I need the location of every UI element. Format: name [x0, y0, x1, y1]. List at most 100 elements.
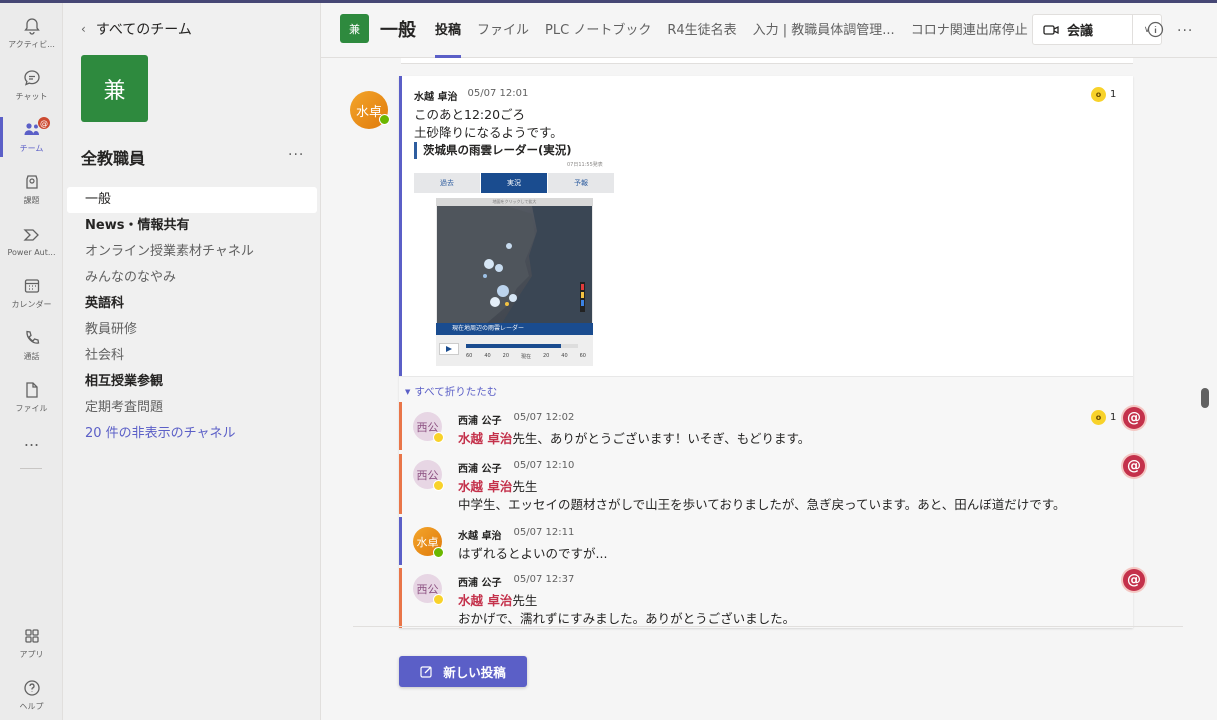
reply-author[interactable]: 西浦 公子: [458, 574, 501, 589]
play-icon[interactable]: [439, 343, 459, 355]
rail-assignments[interactable]: 課題: [0, 163, 63, 215]
channel-worries[interactable]: みんなのなやみ: [67, 265, 317, 291]
scrollbar-thumb[interactable]: [1201, 388, 1209, 408]
chat-icon: [23, 70, 40, 86]
rail-help[interactable]: ヘルプ: [0, 669, 63, 720]
reply-accent-bar: [399, 517, 402, 565]
radar-map-image: [437, 206, 592, 323]
rail-chat[interactable]: チャット: [0, 59, 63, 111]
channel-training[interactable]: 教員研修: [67, 317, 317, 343]
header-more-button[interactable]: ...: [1177, 19, 1193, 35]
channel-class-observation[interactable]: 相互授業参観: [67, 369, 317, 395]
mention[interactable]: 水越 卓治: [458, 593, 512, 608]
link-preview-title[interactable]: 茨城県の雨雲レーダー(実況): [414, 142, 572, 159]
compose-icon: [420, 666, 432, 678]
rail-activity[interactable]: アクティビ...: [0, 7, 63, 59]
team-more-options-button[interactable]: ...: [288, 143, 304, 159]
reply-accent-bar: [399, 568, 402, 628]
channel-english[interactable]: 英語科: [67, 291, 317, 317]
reply-time: 05/07 12:10: [513, 460, 575, 471]
collapse-label: すべて折りたたむ: [414, 386, 498, 398]
team-name: 全教職員: [81, 149, 146, 168]
channel-social-studies[interactable]: 社会科: [67, 343, 317, 369]
channel-news[interactable]: News・情報共有: [67, 213, 317, 239]
reply-thread: ▼ すべて折りたたむ 西公 西浦 公子 05/07 12:02 水越 卓治先生、…: [399, 376, 1145, 628]
power-automate-icon: [22, 229, 39, 241]
collapse-all-link[interactable]: ▼ すべて折りたたむ: [405, 384, 497, 399]
posts-area: 水越 卓治 05/07 12:01 このあと12:20ごろ 土砂降りになるようで…: [321, 58, 1217, 720]
rail-label: チーム: [19, 144, 44, 153]
away-status-icon: [433, 594, 444, 605]
radar-map-preview[interactable]: 地図をクリックして拡大 現在地周辺の雨雲レーダー 60 40 20 現在 20 …: [436, 198, 593, 366]
rail-power-automate[interactable]: Power Aut...: [0, 215, 63, 267]
channel-general[interactable]: 一般: [67, 187, 317, 213]
rail-label: Power Aut...: [7, 248, 56, 257]
new-post-label: 新しい投稿: [443, 665, 506, 680]
post-card: 水越 卓治 05/07 12:01 このあと12:20ごろ 土砂降りになるようで…: [399, 76, 1145, 628]
previous-post-edge: [401, 58, 1133, 64]
surprised-emoji-icon: o: [1091, 410, 1106, 425]
radar-tab-forecast[interactable]: 予報: [548, 173, 614, 193]
timeline-track[interactable]: [466, 344, 578, 348]
rail-files[interactable]: ファイル: [0, 371, 63, 423]
mention[interactable]: 水越 卓治: [458, 431, 512, 446]
rail-more-button[interactable]: ...: [0, 431, 63, 450]
reply-accent-bar: [399, 402, 402, 450]
meet-button[interactable]: 会議: [1032, 14, 1133, 45]
tab-student-roster[interactable]: R4生徒名表: [659, 3, 744, 58]
meet-label: 会議: [1067, 24, 1094, 39]
preview-date: 07日11:55発表: [567, 162, 603, 168]
back-label: すべてのチーム: [95, 22, 192, 38]
reply-header: 水越 卓治 05/07 12:11: [458, 527, 574, 542]
reply-line: 水越 卓治先生: [458, 476, 537, 495]
timeline-label: 60: [466, 353, 473, 359]
post-accent-bar: [399, 76, 402, 376]
reply-author[interactable]: 西浦 公子: [458, 412, 501, 427]
mention-at-icon: @: [1123, 455, 1145, 477]
timeline-label: 40: [484, 353, 491, 359]
bell-icon: [23, 18, 40, 35]
compose-divider: [353, 626, 1183, 627]
post-author[interactable]: 水越 卓治: [414, 88, 457, 103]
radar-tab-now[interactable]: 実況: [481, 173, 547, 193]
mention[interactable]: 水越 卓治: [458, 479, 512, 494]
rail-calls[interactable]: 通話: [0, 319, 63, 371]
team-avatar[interactable]: 兼: [81, 55, 148, 122]
rail-apps[interactable]: アプリ: [0, 617, 63, 669]
assignments-icon: [25, 175, 38, 189]
tab-posts[interactable]: 投稿: [427, 3, 469, 58]
timeline-label: 20: [542, 353, 550, 359]
channel-header: 兼 一般 投稿 ファイル PLC ノートブック R4生徒名表 入力 | 教職員体…: [321, 3, 1217, 58]
all-teams-back-link[interactable]: ‹ すべてのチーム: [81, 19, 192, 39]
rail-divider: [20, 468, 42, 469]
map-caption: 地図をクリックして拡大: [436, 198, 593, 206]
post-header: 水越 卓治 05/07 12:01: [414, 88, 528, 103]
post-reaction[interactable]: o 1: [1091, 87, 1116, 102]
rail-label: 課題: [23, 196, 40, 205]
tab-covid-attendance[interactable]: コロナ関連出席停止: [903, 3, 1036, 58]
channel-exam-questions[interactable]: 定期考査問題: [67, 395, 317, 421]
map-radar-link[interactable]: 現在地周辺の雨雲レーダー: [436, 323, 593, 335]
reply-accent-bar: [399, 454, 402, 514]
tab-files[interactable]: ファイル: [469, 3, 537, 58]
radar-tab-past[interactable]: 過去: [414, 173, 480, 193]
channel-online-materials[interactable]: オンライン授業素材チャネル: [67, 239, 317, 265]
reply-line: 水越 卓治先生、ありがとうございます！いそぎ、もどります。: [458, 428, 810, 447]
reply-reaction[interactable]: o 1: [1091, 410, 1116, 425]
tab-plc-notebook[interactable]: PLC ノートブック: [537, 3, 659, 58]
reply-author[interactable]: 水越 卓治: [458, 527, 501, 542]
rail-teams[interactable]: チーム @: [0, 111, 63, 163]
hidden-channels-link[interactable]: 20 件の非表示のチャネル: [67, 421, 317, 447]
mention-at-icon: @: [1123, 569, 1145, 591]
rail-label: ヘルプ: [19, 702, 44, 711]
help-icon: [23, 680, 40, 696]
available-status-icon: [379, 114, 390, 125]
away-status-icon: [433, 480, 444, 491]
info-icon[interactable]: [1147, 21, 1164, 38]
tab-health-check[interactable]: 入力 | 教職員体調管理...: [745, 3, 903, 58]
post-line: 土砂降りになるようです。: [414, 125, 563, 140]
new-post-button[interactable]: 新しい投稿: [399, 656, 527, 687]
reply-message: 水卓 水越 卓治 05/07 12:11 はずれるとよいのですが...: [399, 517, 1133, 565]
reply-author[interactable]: 西浦 公子: [458, 460, 501, 475]
rail-calendar[interactable]: カレンダー: [0, 267, 63, 319]
